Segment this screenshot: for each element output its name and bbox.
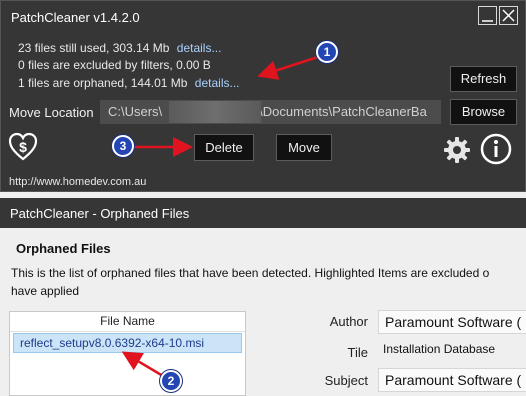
subject-value: Paramount Software ( <box>378 368 526 392</box>
close-button[interactable] <box>499 6 518 25</box>
move-button[interactable]: Move <box>276 134 332 161</box>
orphaned-title-bar: PatchCleaner - Orphaned Files <box>0 198 526 228</box>
subject-label: Subject <box>324 373 368 388</box>
orphaned-description-line2: have applied <box>11 284 80 298</box>
orphaned-heading: Orphaned Files <box>16 241 111 256</box>
excluded-stat: 0 files are excluded by filters, 0.00 B <box>18 58 211 72</box>
close-icon <box>502 9 515 22</box>
minimize-icon <box>482 20 493 22</box>
file-name-column-header[interactable]: File Name <box>10 312 245 332</box>
orphaned-window-title: PatchCleaner - Orphaned Files <box>10 206 190 221</box>
still-used-text: 23 files still used, 303.14 Mb <box>18 41 170 55</box>
orphaned-files-window: PatchCleaner - Orphaned Files Orphaned F… <box>0 198 526 396</box>
website-url[interactable]: http://www.homedev.com.au <box>9 176 146 188</box>
delete-button[interactable]: Delete <box>194 134 254 161</box>
excluded-text: 0 files are excluded by filters, 0.00 B <box>18 58 211 72</box>
path-prefix: C:\Users\ <box>108 104 163 119</box>
author-label: Author <box>329 314 368 329</box>
browse-button[interactable]: Browse <box>450 99 517 125</box>
author-value: Paramount Software ( <box>378 310 526 334</box>
orphaned-stat: 1 files are orphaned, 144.01 Mb details.… <box>18 76 240 90</box>
orphaned-description-line1: This is the list of orphaned files that … <box>11 266 490 280</box>
move-location-field[interactable]: C:\Users\ \Documents\PatchCleanerBa <box>100 100 441 124</box>
annotation-badge-1: 1 <box>316 41 338 63</box>
still-used-stat: 23 files still used, 303.14 Mb details..… <box>18 41 221 55</box>
path-suffix: \Documents\PatchCleanerBa <box>259 104 427 119</box>
orphaned-text: 1 files are orphaned, 144.01 Mb <box>18 76 188 90</box>
annotation-badge-2: 2 <box>160 370 182 392</box>
redacted-username <box>169 101 261 123</box>
patchcleaner-main-window: PatchCleaner v1.4.2.0 23 files still use… <box>0 0 526 192</box>
gear-icon[interactable] <box>443 136 471 164</box>
annotation-badge-3: 3 <box>112 135 134 157</box>
info-icon[interactable] <box>480 133 512 165</box>
orphaned-details-link[interactable]: details... <box>195 76 240 90</box>
heart-dollar-icon[interactable]: $ <box>7 131 39 163</box>
move-location-label: Move Location <box>9 105 94 120</box>
svg-text:$: $ <box>19 139 27 155</box>
list-item[interactable]: reflect_setupv8.0.6392-x64-10.msi <box>13 333 242 353</box>
refresh-button[interactable]: Refresh <box>450 66 517 92</box>
minimize-button[interactable] <box>478 6 497 25</box>
title-bar: PatchCleaner v1.4.2.0 <box>1 1 525 31</box>
still-used-details-link[interactable]: details... <box>177 41 222 55</box>
file-list[interactable]: File Name reflect_setupv8.0.6392-x64-10.… <box>9 311 246 396</box>
title-value: Installation Database <box>383 342 496 356</box>
window-title: PatchCleaner v1.4.2.0 <box>11 10 140 25</box>
title-label: Tile <box>347 345 368 360</box>
